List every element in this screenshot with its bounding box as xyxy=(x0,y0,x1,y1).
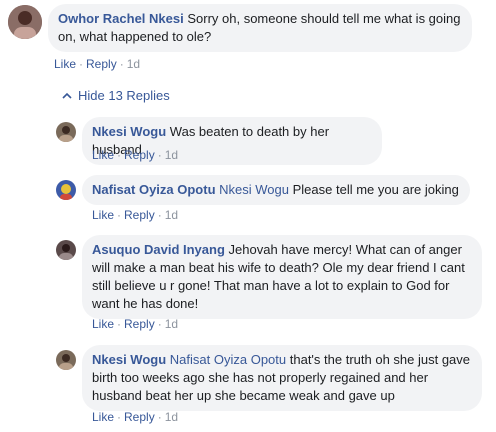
comment-text: Please tell me you are joking xyxy=(292,182,459,197)
hide-replies-toggle[interactable]: Hide 13 Replies xyxy=(62,88,170,103)
avatar[interactable] xyxy=(8,5,42,39)
comment-actions: Like · Reply · 1d xyxy=(92,208,179,222)
comment-actions: Like · Reply · 1d xyxy=(54,57,141,71)
timestamp[interactable]: 1d xyxy=(165,208,178,222)
hide-replies-label: Hide 13 Replies xyxy=(78,88,170,103)
avatar[interactable] xyxy=(56,180,76,200)
mention-tag[interactable]: Nafisat Oyiza Opotu xyxy=(170,352,286,367)
mention-tag[interactable]: Nkesi Wogu xyxy=(219,182,289,197)
reply-link[interactable]: Reply xyxy=(124,410,155,424)
comment-bubble: Nafisat Oyiza Opotu Nkesi Wogu Please te… xyxy=(82,175,470,205)
comment-actions: Like · Reply · 1d xyxy=(92,148,179,162)
timestamp[interactable]: 1d xyxy=(165,410,178,424)
chevron-up-icon xyxy=(62,92,72,99)
comment-actions: Like · Reply · 1d xyxy=(92,410,179,424)
comment-author[interactable]: Owhor Rachel Nkesi xyxy=(58,11,184,26)
reply-link[interactable]: Reply xyxy=(124,317,155,331)
comment-author[interactable]: Nafisat Oyiza Opotu xyxy=(92,182,216,197)
like-link[interactable]: Like xyxy=(92,208,114,222)
like-link[interactable]: Like xyxy=(54,57,76,71)
comment-author[interactable]: Asuquo David Inyang xyxy=(92,242,225,257)
comment-author[interactable]: Nkesi Wogu xyxy=(92,352,166,367)
timestamp[interactable]: 1d xyxy=(165,317,178,331)
timestamp[interactable]: 1d xyxy=(165,148,178,162)
timestamp[interactable]: 1d xyxy=(127,57,140,71)
reply-link[interactable]: Reply xyxy=(124,148,155,162)
comment-author[interactable]: Nkesi Wogu xyxy=(92,124,166,139)
comment-bubble: Owhor Rachel Nkesi Sorry oh, someone sho… xyxy=(48,4,472,52)
comment-actions: Like · Reply · 1d xyxy=(92,317,179,331)
like-link[interactable]: Like xyxy=(92,317,114,331)
avatar[interactable] xyxy=(56,350,76,370)
avatar[interactable] xyxy=(56,240,76,260)
like-link[interactable]: Like xyxy=(92,410,114,424)
reply-link[interactable]: Reply xyxy=(124,208,155,222)
comment-bubble: Asuquo David Inyang Jehovah have mercy! … xyxy=(82,235,482,319)
like-link[interactable]: Like xyxy=(92,148,114,162)
reply-link[interactable]: Reply xyxy=(86,57,117,71)
avatar[interactable] xyxy=(56,122,76,142)
comment-bubble: Nkesi Wogu Nafisat Oyiza Opotu that's th… xyxy=(82,345,482,411)
